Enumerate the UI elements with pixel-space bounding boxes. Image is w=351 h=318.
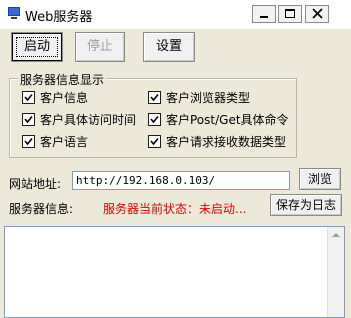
group-title: 服务器信息显示 [18, 71, 107, 88]
checkbox-label: 客户语言 [40, 135, 89, 149]
url-label: 网站地址: [9, 177, 62, 191]
server-status-text: 服务器当前状态：未启动... [103, 202, 247, 216]
log-textarea[interactable] [4, 226, 345, 318]
stop-button[interactable]: 停止 [75, 32, 125, 62]
server-info-label: 服务器信息: [9, 202, 74, 216]
settings-button[interactable]: 设置 [143, 32, 195, 62]
checkbox-label: 客户请求接收数据类型 [166, 135, 287, 149]
minimize-icon [260, 16, 268, 18]
title-bar: Web服务器 [0, 0, 351, 29]
minimize-button[interactable] [252, 5, 276, 23]
close-icon [312, 8, 323, 22]
browse-button[interactable]: 浏览 [299, 168, 341, 190]
checkbox-box [22, 135, 35, 148]
url-input[interactable]: http://192.168.0.103/ [72, 171, 290, 190]
computer-icon [7, 7, 21, 19]
checkbox-label: 客户浏览器类型 [166, 91, 251, 105]
window-title: Web服务器 [25, 10, 93, 25]
start-button[interactable]: 启动 [11, 32, 63, 62]
save-log-button[interactable]: 保存为日志 [270, 194, 342, 216]
checkbox-box [22, 91, 35, 104]
checkbox-label: 客户Post/Get具体命令 [166, 113, 289, 127]
checkbox-box [148, 113, 161, 126]
stop-button-label: 停止 [86, 39, 113, 54]
maximize-icon [285, 9, 295, 18]
main-panel: 启动 停止 设置 服务器信息显示 客户信息 客户浏览器类型 客户具体访问时间 客… [0, 29, 351, 318]
checkbox-label: 客户具体访问时间 [40, 113, 137, 127]
maximize-button[interactable] [278, 5, 302, 23]
save-log-button-label: 保存为日志 [275, 198, 336, 212]
browse-button-label: 浏览 [307, 172, 332, 186]
log-scrollbar[interactable] [327, 227, 344, 317]
checkbox-box [148, 135, 161, 148]
checkbox-box [148, 91, 161, 104]
checkbox-label: 客户信息 [40, 91, 89, 105]
close-button[interactable] [305, 5, 329, 23]
scroll-up-icon [332, 233, 340, 237]
checkbox-box [22, 113, 35, 126]
settings-button-label: 设置 [155, 39, 182, 54]
